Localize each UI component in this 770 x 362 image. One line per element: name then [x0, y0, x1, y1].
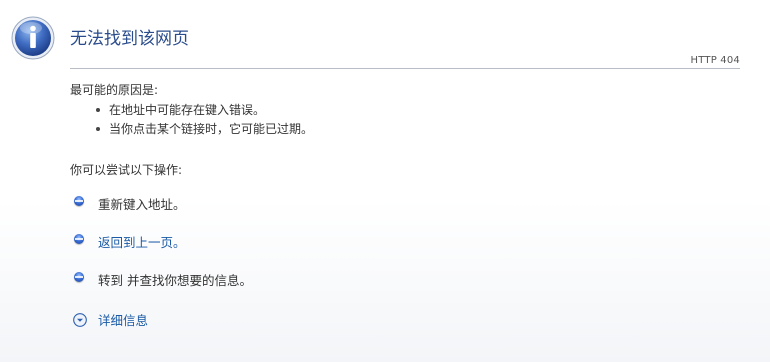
- reasons-list: 在地址中可能存在键入错误。 当你点击某个链接时，它可能已过期。: [96, 101, 313, 139]
- bullet-dot: [96, 107, 100, 112]
- page-title: 无法找到该网页: [70, 29, 189, 49]
- chevron-down-circle-icon[interactable]: [73, 313, 87, 327]
- reason-text: 当你点击某个链接时，它可能已过期。: [109, 122, 314, 136]
- reason-item: 当你点击某个链接时，它可能已过期。: [96, 120, 313, 139]
- go-back-link[interactable]: 返回到上一页。: [98, 234, 186, 252]
- bullet-dot: [96, 126, 100, 131]
- reason-item: 在地址中可能存在键入错误。: [96, 101, 313, 120]
- http-status-code: HTTP 404: [690, 55, 740, 66]
- reasons-heading: 最可能的原因是:: [70, 83, 159, 97]
- blue-orb-bullet-icon: [74, 234, 84, 244]
- reason-text: 在地址中可能存在键入错误。: [109, 103, 266, 117]
- blue-orb-bullet-icon: [74, 196, 84, 206]
- action-retype-label: 重新键入地址。: [98, 197, 186, 212]
- error-page: 无法找到该网页 HTTP 404 最可能的原因是: 在地址中可能存在键入错误。 …: [0, 0, 770, 362]
- title-divider: [70, 68, 740, 69]
- blue-orb-bullet-icon: [74, 272, 84, 282]
- more-info-label[interactable]: 详细信息: [98, 312, 148, 330]
- actions-heading: 你可以尝试以下操作:: [70, 163, 183, 177]
- info-icon: [11, 16, 55, 60]
- action-search-label: 转到 并查找你想要的信息。: [98, 273, 252, 288]
